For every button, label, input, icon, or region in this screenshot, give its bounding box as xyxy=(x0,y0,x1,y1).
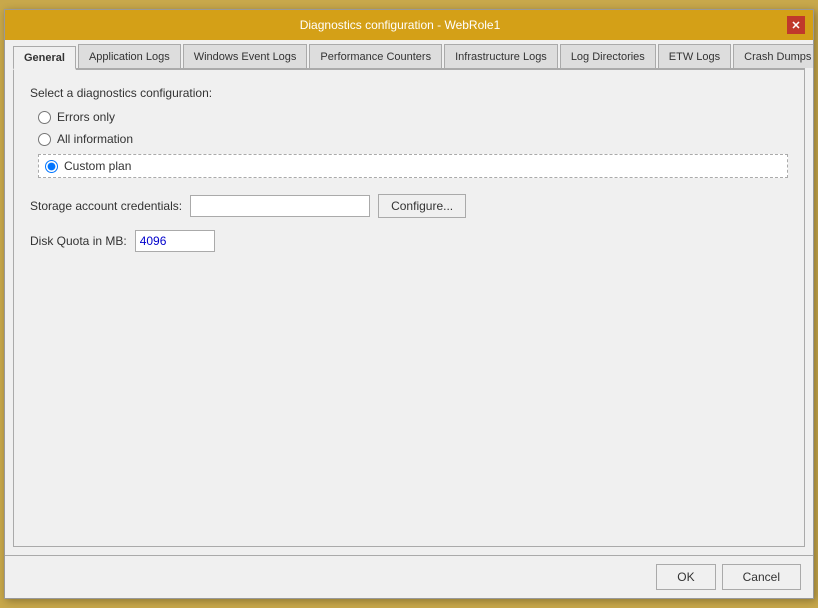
title-bar-text: Diagnostics configuration - WebRole1 xyxy=(13,18,787,32)
tab-etw-logs[interactable]: ETW Logs xyxy=(658,44,731,68)
storage-input[interactable] xyxy=(190,195,370,217)
custom-plan-row: Custom plan xyxy=(38,154,788,178)
disk-quota-row: Disk Quota in MB: xyxy=(30,230,788,252)
radio-custom-plan[interactable]: Custom plan xyxy=(45,159,131,173)
tab-log-directories[interactable]: Log Directories xyxy=(560,44,656,68)
tab-performance-counters[interactable]: Performance Counters xyxy=(309,44,442,68)
storage-credentials-row: Storage account credentials: Configure..… xyxy=(30,194,788,218)
dialog-body: General Application Logs Windows Event L… xyxy=(5,40,813,555)
disk-quota-input[interactable] xyxy=(135,230,215,252)
disk-quota-label: Disk Quota in MB: xyxy=(30,234,127,248)
title-bar: Diagnostics configuration - WebRole1 ✕ xyxy=(5,10,813,40)
tab-general[interactable]: General xyxy=(13,46,76,70)
cancel-button[interactable]: Cancel xyxy=(722,564,801,590)
section-label: Select a diagnostics configuration: xyxy=(30,86,788,100)
radio-all-information-input[interactable] xyxy=(38,133,51,146)
radio-group: Errors only All information Custom plan xyxy=(38,110,788,178)
tab-application-logs[interactable]: Application Logs xyxy=(78,44,181,68)
tab-infrastructure-logs[interactable]: Infrastructure Logs xyxy=(444,44,558,68)
radio-custom-plan-input[interactable] xyxy=(45,160,58,173)
configure-button[interactable]: Configure... xyxy=(378,194,466,218)
tab-bar: General Application Logs Windows Event L… xyxy=(13,44,805,70)
close-button[interactable]: ✕ xyxy=(787,16,805,34)
radio-all-information[interactable]: All information xyxy=(38,132,788,146)
ok-button[interactable]: OK xyxy=(656,564,715,590)
tab-windows-event-logs[interactable]: Windows Event Logs xyxy=(183,44,308,68)
radio-errors-only[interactable]: Errors only xyxy=(38,110,788,124)
dialog-window: Diagnostics configuration - WebRole1 ✕ G… xyxy=(4,9,814,599)
bottom-bar: OK Cancel xyxy=(5,555,813,598)
tab-crash-dumps[interactable]: Crash Dumps xyxy=(733,44,813,68)
radio-errors-only-input[interactable] xyxy=(38,111,51,124)
storage-label: Storage account credentials: xyxy=(30,199,182,213)
tab-content-general: Select a diagnostics configuration: Erro… xyxy=(13,70,805,547)
